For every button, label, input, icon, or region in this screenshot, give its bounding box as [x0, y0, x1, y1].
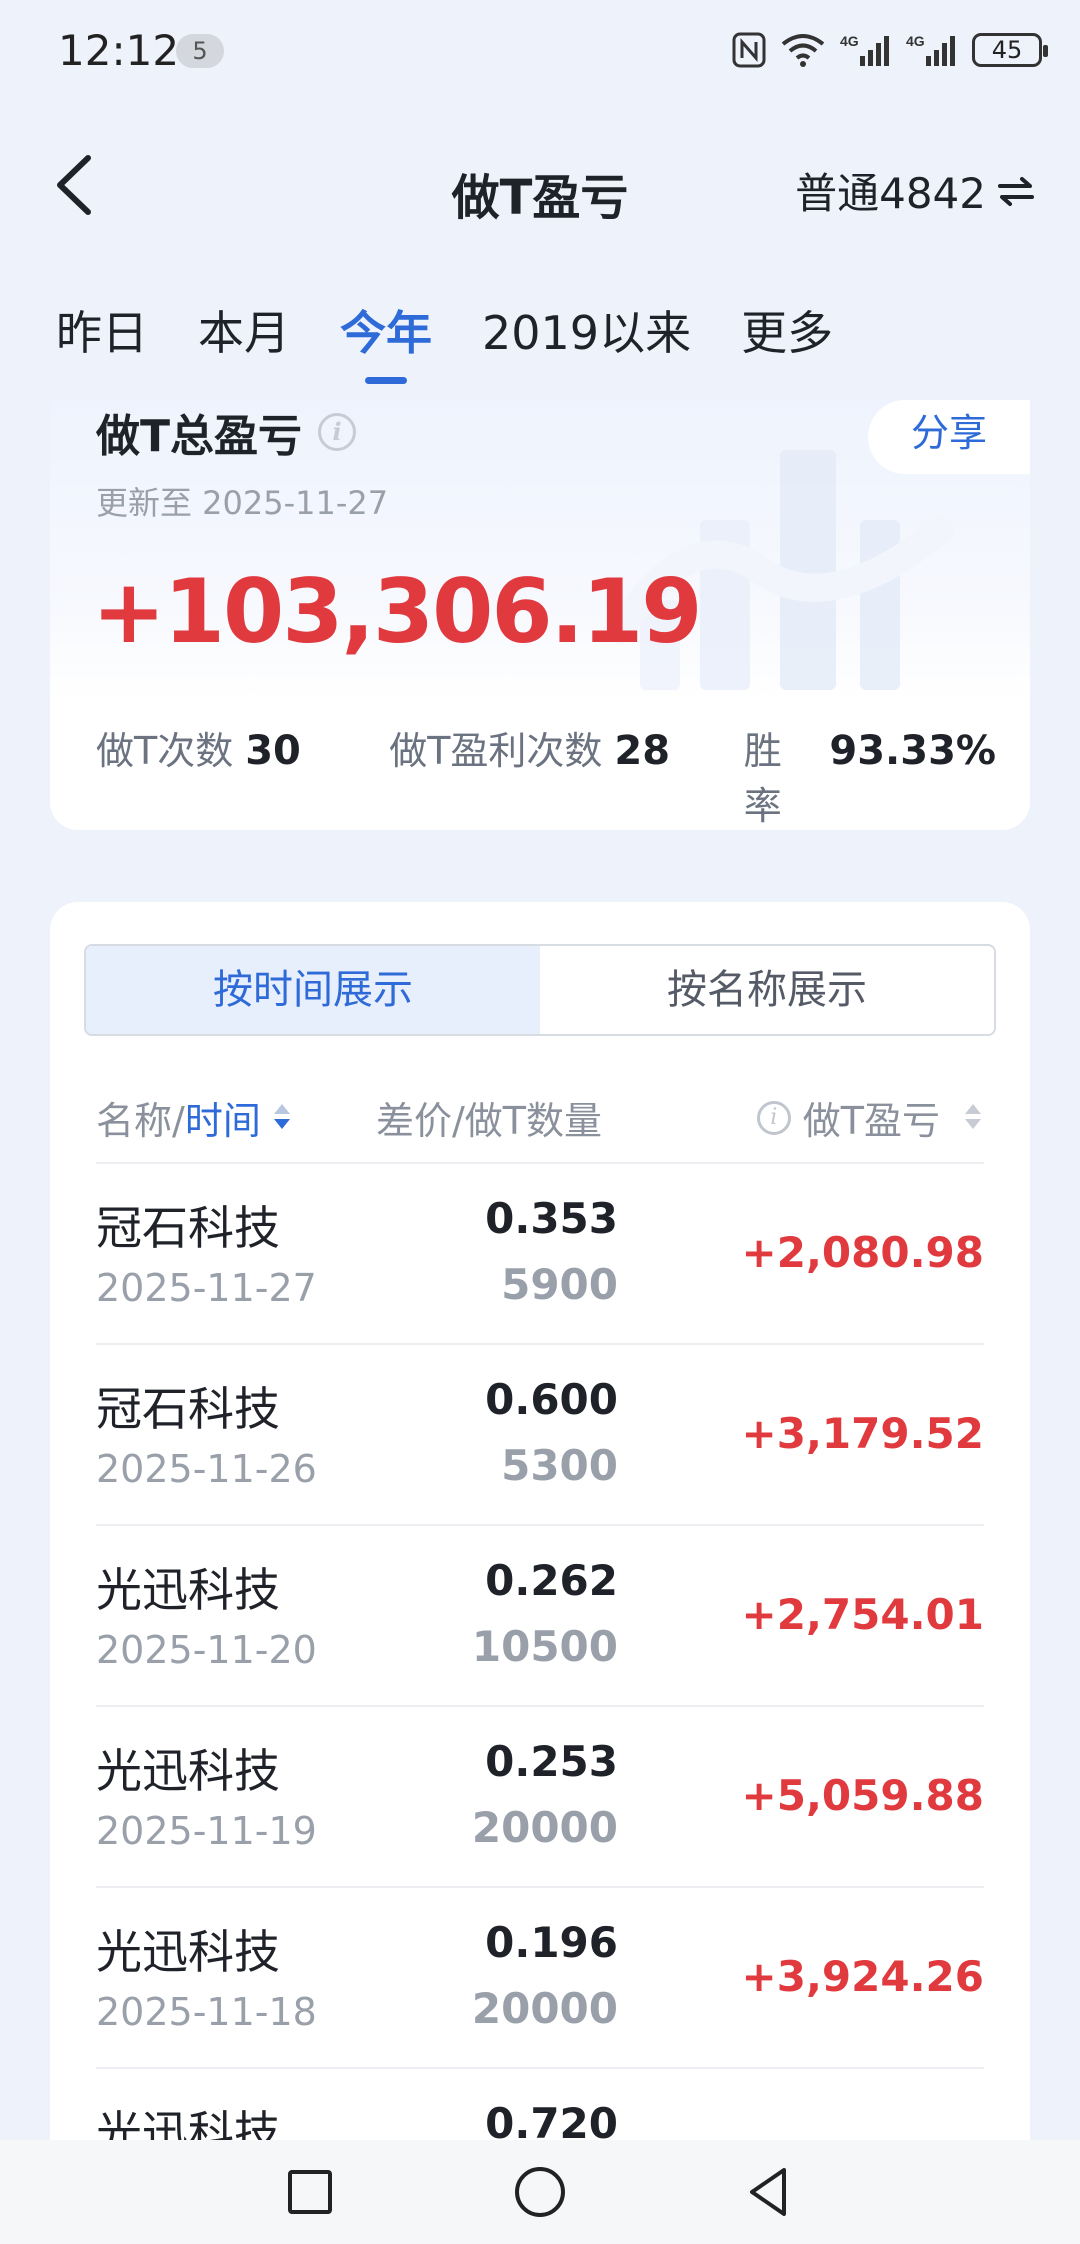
info-icon[interactable]: i: [318, 413, 357, 451]
stock-name: 光迅科技: [96, 1563, 280, 1617]
tab-yesterday[interactable]: 昨日: [56, 300, 148, 390]
price-diff: 0.600: [485, 1375, 618, 1424]
stat-profit-count: 做T盈利次数 28: [389, 720, 744, 775]
view-mode-toggle: 按时间展示 按名称展示: [84, 944, 996, 1036]
system-nav-bar: [0, 2140, 1080, 2244]
profit-loss: +2,080.98: [741, 1228, 984, 1277]
update-time: 更新至 2025-11-27: [96, 484, 389, 522]
column-pl-label: 做T盈亏: [802, 1099, 940, 1143]
back-nav-button[interactable]: [740, 2162, 800, 2222]
sort-icon: [271, 1101, 293, 1135]
table-row[interactable]: 光迅科技 2025-11-19 0.253 20000 +5,059.88: [96, 1705, 984, 1886]
trade-quantity: 20000: [471, 1803, 618, 1852]
battery-icon: 45: [972, 30, 1048, 70]
share-button[interactable]: 分享: [868, 400, 1030, 474]
tab-this-month[interactable]: 本月: [198, 300, 290, 390]
signal-4g-icon: 4G: [840, 30, 892, 70]
total-profit-value: +103,306.19: [92, 560, 702, 663]
trade-date: 2025-11-19: [96, 1809, 317, 1853]
sort-icon: [962, 1101, 984, 1135]
home-button[interactable]: [510, 2162, 570, 2222]
tab-since-2019[interactable]: 2019以来: [482, 300, 691, 390]
trade-quantity: 20000: [471, 1984, 618, 2033]
summary-title-text: 做T总盈亏: [96, 411, 303, 462]
svg-text:4G: 4G: [906, 33, 925, 49]
stock-name: 冠石科技: [96, 1201, 280, 1255]
price-diff: 0.262: [485, 1556, 618, 1605]
svg-text:4G: 4G: [840, 33, 859, 49]
trade-date: 2025-11-26: [96, 1447, 317, 1491]
app-screen: 12:12 5 4G 4G 45 做T盈亏 普通4842 昨日 本月 今年 20…: [0, 0, 1080, 2244]
tab-this-year[interactable]: 今年: [340, 300, 432, 390]
profit-loss: +2,754.01: [741, 1590, 984, 1639]
trade-quantity: 5300: [501, 1441, 618, 1490]
table-row[interactable]: 光迅科技 2025-11-20 0.262 10500 +2,754.01: [96, 1524, 984, 1705]
summary-card: 做T总盈亏 i 分享 更新至 2025-11-27 +103,306.19 做T…: [50, 400, 1030, 830]
circle-icon: [515, 2167, 565, 2217]
notification-count-badge: 5: [176, 34, 224, 68]
view-by-name-button[interactable]: 按名称展示: [540, 946, 994, 1034]
nfc-icon: [732, 30, 766, 70]
stat-value: 30: [245, 728, 301, 774]
table-row[interactable]: 光迅科技 2025-11-18 0.196 20000 +3,924.26: [96, 1886, 984, 2067]
period-tabs: 昨日 本月 今年 2019以来 更多: [56, 300, 833, 390]
table-row[interactable]: 冠石科技 2025-11-26 0.600 5300 +3,179.52: [96, 1343, 984, 1524]
stock-name: 冠石科技: [96, 1382, 280, 1436]
sort-by-time-header[interactable]: 名称/ 时间: [96, 1090, 293, 1145]
summary-stats: 做T次数 30 做T盈利次数 28 胜率 93.33%: [96, 720, 996, 830]
records-list: 冠石科技 2025-11-27 0.353 5900 +2,080.98 冠石科…: [96, 1162, 984, 2244]
column-time-label: 时间: [184, 1099, 261, 1143]
trade-date: 2025-11-18: [96, 1990, 317, 2034]
stat-label: 做T盈利次数: [389, 729, 603, 773]
view-by-time-button[interactable]: 按时间展示: [86, 946, 540, 1034]
profit-loss: +5,059.88: [741, 1771, 984, 1820]
account-switch-button[interactable]: 普通4842: [795, 160, 1036, 221]
stat-label: 做T次数: [96, 729, 234, 773]
trade-date: 2025-11-27: [96, 1266, 317, 1310]
stat-label: 胜率: [743, 729, 782, 828]
price-diff: 0.196: [485, 1918, 618, 1967]
stat-value: 28: [614, 728, 671, 774]
signal-4g-icon: 4G: [906, 30, 958, 70]
header: 做T盈亏 普通4842: [0, 120, 1080, 250]
account-label: 普通4842: [795, 169, 986, 218]
recent-apps-button[interactable]: [280, 2162, 340, 2222]
tab-more[interactable]: 更多: [741, 300, 833, 390]
trade-date: 2025-11-20: [96, 1628, 317, 1672]
summary-title: 做T总盈亏 i: [96, 400, 357, 464]
stock-name: 光迅科技: [96, 1925, 280, 1979]
column-diff-label: 差价/做T数量: [376, 1099, 603, 1143]
status-time: 12:12: [58, 26, 180, 75]
price-diff: 0.253: [485, 1737, 618, 1786]
stat-value: 93.33%: [829, 728, 996, 774]
status-icons: 4G 4G 45: [732, 30, 1048, 70]
profit-loss: +3,924.26: [741, 1952, 984, 2001]
trade-quantity: 5900: [501, 1260, 618, 1309]
stat-trade-count: 做T次数 30: [96, 720, 389, 775]
square-icon: [288, 2170, 332, 2214]
triangle-back-icon: [750, 2168, 786, 2216]
info-icon[interactable]: i: [756, 1100, 791, 1135]
sort-by-pl-header[interactable]: i 做T盈亏: [756, 1090, 984, 1145]
wifi-icon: [780, 30, 826, 70]
price-diff: 0.353: [485, 1194, 618, 1243]
column-name-label: 名称/: [96, 1099, 185, 1143]
records-card: 按时间展示 按名称展示 名称/ 时间 差价/做T数量 i 做T盈亏 冠石科技 2…: [50, 902, 1030, 2244]
swap-arrows-icon: [998, 176, 1034, 206]
table-header: 名称/ 时间 差价/做T数量 i 做T盈亏: [96, 1080, 984, 1150]
status-bar: 12:12 5 4G 4G 45: [0, 0, 1080, 100]
trade-quantity: 10500: [471, 1622, 618, 1671]
table-row[interactable]: 冠石科技 2025-11-27 0.353 5900 +2,080.98: [96, 1162, 984, 1343]
stat-win-rate: 胜率 93.33%: [744, 720, 996, 830]
profit-loss: +3,179.52: [741, 1409, 984, 1458]
stock-name: 光迅科技: [96, 1744, 280, 1798]
